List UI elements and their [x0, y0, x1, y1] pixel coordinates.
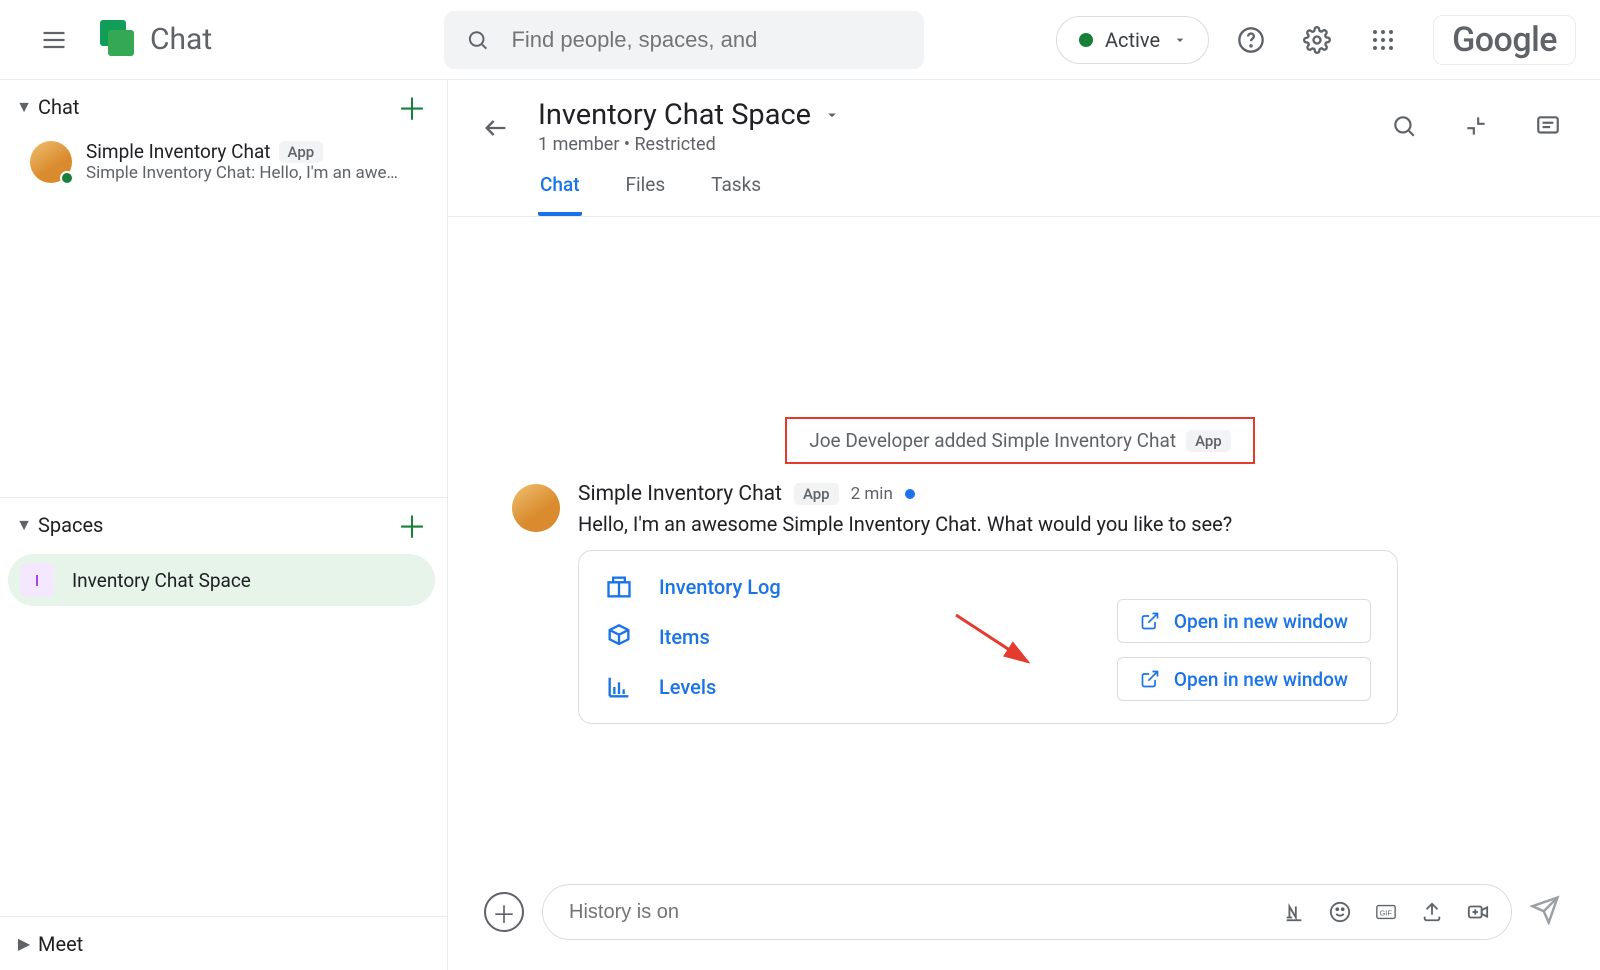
- card-link-inventory-log[interactable]: Inventory Log: [605, 573, 781, 601]
- message-card: Inventory Log Items Levels: [578, 550, 1398, 724]
- search-icon: [466, 27, 489, 53]
- message-text: Hello, I'm an awesome Simple Inventory C…: [578, 512, 1552, 536]
- search-in-space-icon[interactable]: [1380, 102, 1428, 150]
- top-bar: Chat Active Google: [0, 0, 1600, 80]
- composer-row: ＋ GIF: [448, 884, 1600, 970]
- inventory-log-icon: [605, 573, 633, 601]
- system-message-highlight: Joe Developer added Simple Inventory Cha…: [785, 417, 1255, 464]
- open-external-icon: [1140, 669, 1160, 689]
- menu-icon[interactable]: [30, 16, 78, 64]
- status-label: Active: [1105, 28, 1160, 52]
- apps-grid-icon[interactable]: [1359, 16, 1407, 64]
- section-title: Meet: [38, 932, 427, 956]
- gif-icon[interactable]: GIF: [1373, 899, 1399, 925]
- add-attachment-button[interactable]: ＋: [484, 892, 524, 932]
- chat-message: Simple Inventory Chat App 2 min Hello, I…: [512, 482, 1552, 724]
- add-chat-button[interactable]: ＋: [397, 85, 427, 129]
- app-badge: App: [794, 483, 839, 505]
- sidebar: ▼ Chat ＋ Simple Inventory Chat App Simpl…: [0, 80, 448, 970]
- tab-chat[interactable]: Chat: [538, 173, 582, 216]
- tab-files[interactable]: Files: [624, 173, 668, 216]
- emoji-icon[interactable]: [1327, 899, 1353, 925]
- section-title: Spaces: [38, 513, 397, 537]
- caret-down-icon: ▼: [10, 97, 38, 117]
- app-badge: App: [279, 141, 324, 163]
- sidebar-section-meet[interactable]: ▶ Meet: [0, 916, 447, 970]
- chevron-down-icon[interactable]: [823, 106, 841, 124]
- space-header: Inventory Chat Space 1 member • Restrict…: [448, 80, 1600, 217]
- message-time: 2 min: [851, 484, 893, 504]
- card-link-label: Inventory Log: [659, 575, 781, 599]
- sidebar-section-chat[interactable]: ▼ Chat ＋: [0, 80, 447, 134]
- open-new-window-button[interactable]: Open in new window: [1117, 657, 1371, 701]
- presence-indicator-icon: [60, 171, 74, 185]
- card-link-items[interactable]: Items: [605, 623, 781, 651]
- send-button[interactable]: [1530, 895, 1560, 929]
- open-external-icon: [1140, 611, 1160, 631]
- main-area: Inventory Chat Space 1 member • Restrict…: [448, 80, 1600, 970]
- google-logo[interactable]: Google: [1433, 15, 1576, 65]
- upload-icon[interactable]: [1419, 899, 1445, 925]
- chat-list-item[interactable]: Simple Inventory Chat App Simple Invento…: [0, 134, 447, 189]
- help-icon[interactable]: [1227, 16, 1275, 64]
- open-button-label: Open in new window: [1174, 610, 1348, 633]
- card-link-label: Items: [659, 625, 710, 649]
- space-item-name: Inventory Chat Space: [72, 569, 251, 592]
- chat-avatar-icon: [30, 141, 72, 183]
- conversation-area: Joe Developer added Simple Inventory Cha…: [448, 217, 1600, 884]
- space-title: Inventory Chat Space: [538, 98, 811, 132]
- open-new-window-button[interactable]: Open in new window: [1117, 599, 1371, 643]
- format-text-icon[interactable]: [1281, 899, 1307, 925]
- search-input[interactable]: [511, 27, 902, 53]
- space-subtitle: 1 member • Restricted: [538, 134, 1362, 155]
- search-bar[interactable]: [444, 11, 924, 69]
- back-button[interactable]: [472, 104, 520, 152]
- top-right-controls: Active Google: [1056, 15, 1576, 65]
- app-title: Chat: [150, 22, 212, 57]
- presence-dot-icon: [1079, 33, 1093, 47]
- open-button-label: Open in new window: [1174, 668, 1348, 691]
- message-avatar-icon: [512, 484, 560, 532]
- tab-tasks[interactable]: Tasks: [709, 173, 763, 216]
- app-badge: App: [1186, 430, 1231, 452]
- thread-panel-icon[interactable]: [1524, 102, 1572, 150]
- items-cube-icon: [605, 623, 633, 651]
- space-avatar-icon: I: [20, 563, 54, 597]
- status-selector[interactable]: Active: [1056, 16, 1209, 64]
- system-message-text: Joe Developer added Simple Inventory Cha…: [809, 429, 1176, 452]
- unread-dot-icon: [905, 489, 915, 499]
- levels-chart-icon: [605, 673, 633, 701]
- chat-logo-icon: [96, 20, 136, 60]
- message-author: Simple Inventory Chat: [578, 482, 782, 506]
- add-space-button[interactable]: ＋: [397, 503, 427, 547]
- message-composer[interactable]: GIF: [542, 884, 1512, 940]
- chevron-down-icon: [1172, 32, 1188, 48]
- section-title: Chat: [38, 95, 397, 119]
- collapse-icon[interactable]: [1452, 102, 1500, 150]
- composer-input[interactable]: [569, 901, 1281, 924]
- video-meeting-icon[interactable]: [1465, 899, 1491, 925]
- caret-down-icon: ▼: [10, 515, 38, 535]
- chat-item-preview: Simple Inventory Chat: Hello, I'm an awe…: [86, 163, 423, 183]
- caret-right-icon: ▶: [10, 934, 38, 953]
- app-logo[interactable]: Chat: [96, 20, 212, 60]
- settings-gear-icon[interactable]: [1293, 16, 1341, 64]
- sidebar-section-spaces[interactable]: ▼ Spaces ＋: [0, 498, 447, 552]
- space-tabs: Chat Files Tasks: [538, 173, 1362, 216]
- space-list-item[interactable]: I Inventory Chat Space: [8, 554, 435, 606]
- svg-text:GIF: GIF: [1380, 909, 1393, 918]
- chat-item-name: Simple Inventory Chat: [86, 140, 271, 163]
- card-link-levels[interactable]: Levels: [605, 673, 781, 701]
- card-link-label: Levels: [659, 675, 716, 699]
